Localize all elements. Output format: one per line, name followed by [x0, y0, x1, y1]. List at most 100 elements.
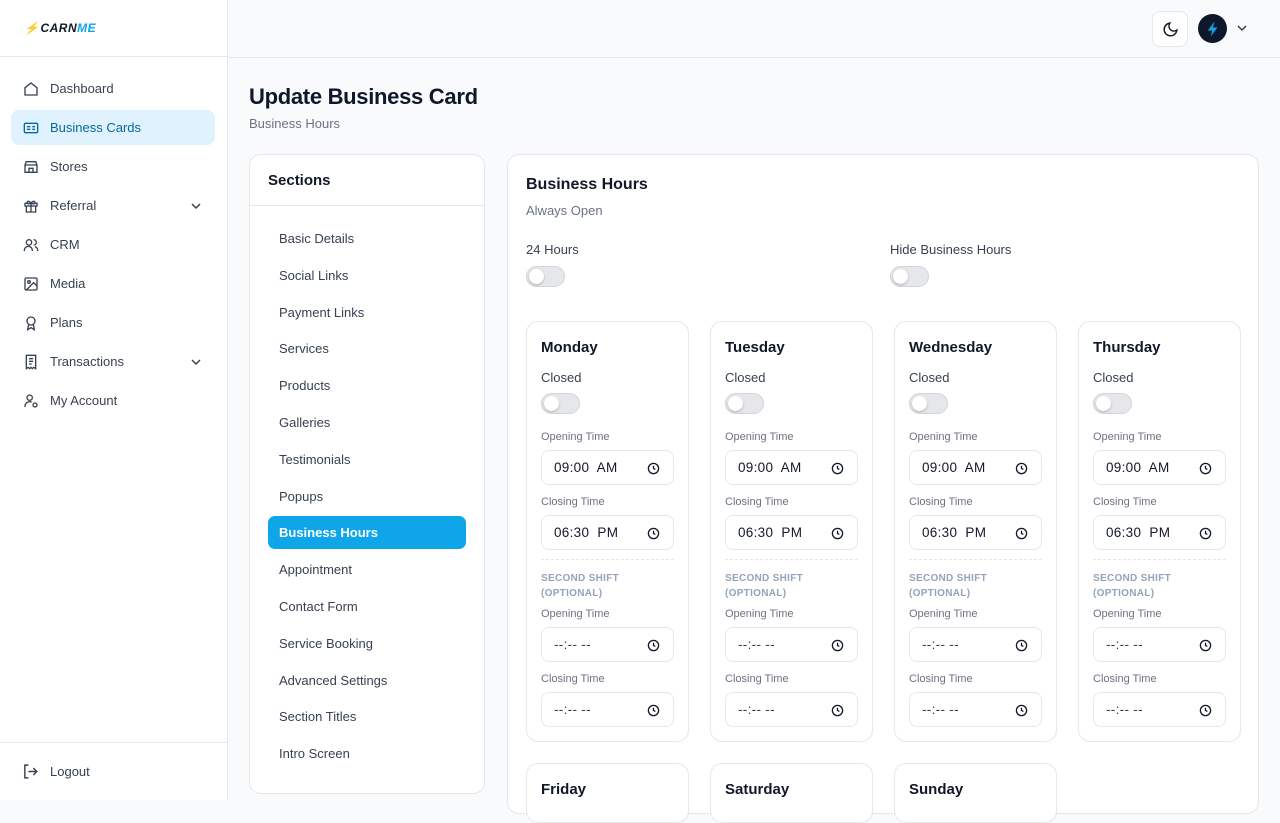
chevron-down-icon: [191, 202, 201, 209]
section-item[interactable]: Social Links: [268, 259, 466, 292]
second-opening-time-input[interactable]: --:-- --: [541, 627, 674, 662]
section-item[interactable]: Testimonials: [268, 443, 466, 476]
closed-toggle[interactable]: [541, 393, 580, 414]
second-opening-time-value: --:-- --: [1106, 637, 1143, 652]
second-shift-label: SECOND SHIFT (OPTIONAL): [541, 573, 620, 599]
toggle-24h-label: 24 Hours: [526, 242, 579, 257]
clock-icon: [1199, 639, 1212, 652]
section-item[interactable]: Basic Details: [268, 222, 466, 255]
chevron-down-icon[interactable]: [1236, 22, 1248, 34]
sidebar-item-label: CRM: [50, 237, 80, 252]
clock-icon: [831, 704, 844, 717]
clock-icon: [1199, 704, 1212, 717]
clock-icon: [647, 527, 660, 540]
clock-icon: [1015, 639, 1028, 652]
sidebar-item-transactions[interactable]: Transactions: [11, 344, 215, 379]
second-closing-time-input[interactable]: --:-- --: [725, 692, 858, 727]
second-closing-time-value: --:-- --: [738, 702, 775, 717]
second-opening-time-input[interactable]: --:-- --: [1093, 627, 1226, 662]
logout-button[interactable]: Logout: [0, 742, 227, 800]
second-opening-time-input[interactable]: --:-- --: [725, 627, 858, 662]
second-closing-time-input[interactable]: --:-- --: [909, 692, 1042, 727]
topbar: [228, 0, 1280, 58]
second-opening-time-input[interactable]: --:-- --: [909, 627, 1042, 662]
second-closing-time-value: --:-- --: [554, 702, 591, 717]
clock-icon: [1015, 462, 1028, 475]
shift-divider: [541, 559, 674, 560]
users-icon: [22, 236, 39, 253]
sidebar-item-business-cards[interactable]: Business Cards: [11, 110, 215, 145]
brand-logo[interactable]: ⚡ CARN ME: [0, 0, 227, 57]
sidebar: ⚡ CARN ME Dashboard Business Cards Stores …: [0, 0, 228, 800]
second-closing-time-input[interactable]: --:-- --: [541, 692, 674, 727]
logo-text: CARN: [40, 21, 78, 35]
section-item-active[interactable]: Business Hours: [268, 516, 466, 550]
logo-bolt-icon: ⚡: [24, 21, 40, 35]
sidebar-item-label: Plans: [50, 315, 83, 330]
day-name: Friday: [541, 781, 587, 798]
closed-toggle[interactable]: [725, 393, 764, 414]
business-hours-panel: Business Hours Always Open 24 Hours Hide…: [507, 154, 1259, 823]
theme-toggle-button[interactable]: [1152, 11, 1188, 47]
avatar[interactable]: [1198, 14, 1227, 43]
sidebar-item-stores[interactable]: Stores: [11, 149, 215, 184]
section-item[interactable]: Section Titles: [268, 700, 466, 733]
sidebar-item-crm[interactable]: CRM: [11, 227, 215, 262]
bolt-icon: [1207, 21, 1217, 36]
opening-time-label: Opening Time: [1093, 431, 1162, 443]
clock-icon: [1199, 527, 1212, 540]
chevron-down-icon: [191, 358, 201, 365]
sidebar-item-media[interactable]: Media: [11, 266, 215, 301]
clock-icon: [1199, 462, 1212, 475]
second-shift-label: SECOND SHIFT (OPTIONAL): [909, 573, 988, 599]
day-name: Saturday: [725, 781, 790, 798]
toggle-hide-business-hours[interactable]: [890, 266, 929, 287]
section-item[interactable]: Services: [268, 332, 466, 365]
sections-panel: Sections Basic Details Social Links Paym…: [249, 154, 485, 794]
sidebar-item-referral[interactable]: Referral: [11, 188, 215, 223]
closing-time-input[interactable]: 06:30 PM: [725, 515, 858, 550]
clock-icon: [647, 462, 660, 475]
shift-divider: [909, 559, 1042, 560]
store-icon: [22, 158, 39, 175]
opening-time-label: Opening Time: [725, 431, 794, 443]
toggle-24h[interactable]: [526, 266, 565, 287]
shift-divider: [1093, 559, 1226, 560]
second-closing-time-input[interactable]: --:-- --: [1093, 692, 1226, 727]
closed-toggle[interactable]: [1093, 393, 1132, 414]
closing-time-label: Closing Time: [909, 496, 973, 508]
opening-time-value: 09:00 AM: [738, 460, 802, 475]
sidebar-item-dashboard[interactable]: Dashboard: [11, 71, 215, 106]
opening-time-input[interactable]: 09:00 AM: [909, 450, 1042, 485]
opening-time-label: Opening Time: [909, 431, 978, 443]
closing-time-value: 06:30 PM: [554, 525, 619, 540]
section-item[interactable]: Advanced Settings: [268, 664, 466, 697]
opening-time-label: Opening Time: [541, 431, 610, 443]
sidebar-item-my-account[interactable]: My Account: [11, 383, 215, 418]
section-item[interactable]: Popups: [268, 480, 466, 513]
sidebar-item-label: Dashboard: [50, 81, 114, 96]
opening-time-input[interactable]: 09:00 AM: [541, 450, 674, 485]
closing-time-input[interactable]: 06:30 PM: [1093, 515, 1226, 550]
day-name: Monday: [541, 339, 598, 356]
receipt-icon: [22, 353, 39, 370]
opening-time-value: 09:00 AM: [922, 460, 986, 475]
section-item[interactable]: Galleries: [268, 406, 466, 439]
section-item[interactable]: Appointment: [268, 553, 466, 586]
closing-time-value: 06:30 PM: [738, 525, 803, 540]
day-card-tuesday: Tuesday Closed Opening Time 09:00 AM Closing…: [710, 321, 873, 742]
opening-time-input[interactable]: 09:00 AM: [725, 450, 858, 485]
shift-divider: [725, 559, 858, 560]
section-item[interactable]: Payment Links: [268, 296, 466, 329]
closed-toggle[interactable]: [909, 393, 948, 414]
opening-time-value: 09:00 AM: [1106, 460, 1170, 475]
section-item[interactable]: Service Booking: [268, 627, 466, 660]
section-item[interactable]: Intro Screen: [268, 737, 466, 770]
sidebar-item-plans[interactable]: Plans: [11, 305, 215, 340]
closing-time-input[interactable]: 06:30 PM: [909, 515, 1042, 550]
day-name: Tuesday: [725, 339, 785, 356]
opening-time-input[interactable]: 09:00 AM: [1093, 450, 1226, 485]
closing-time-input[interactable]: 06:30 PM: [541, 515, 674, 550]
section-item[interactable]: Contact Form: [268, 590, 466, 623]
section-item[interactable]: Products: [268, 369, 466, 402]
